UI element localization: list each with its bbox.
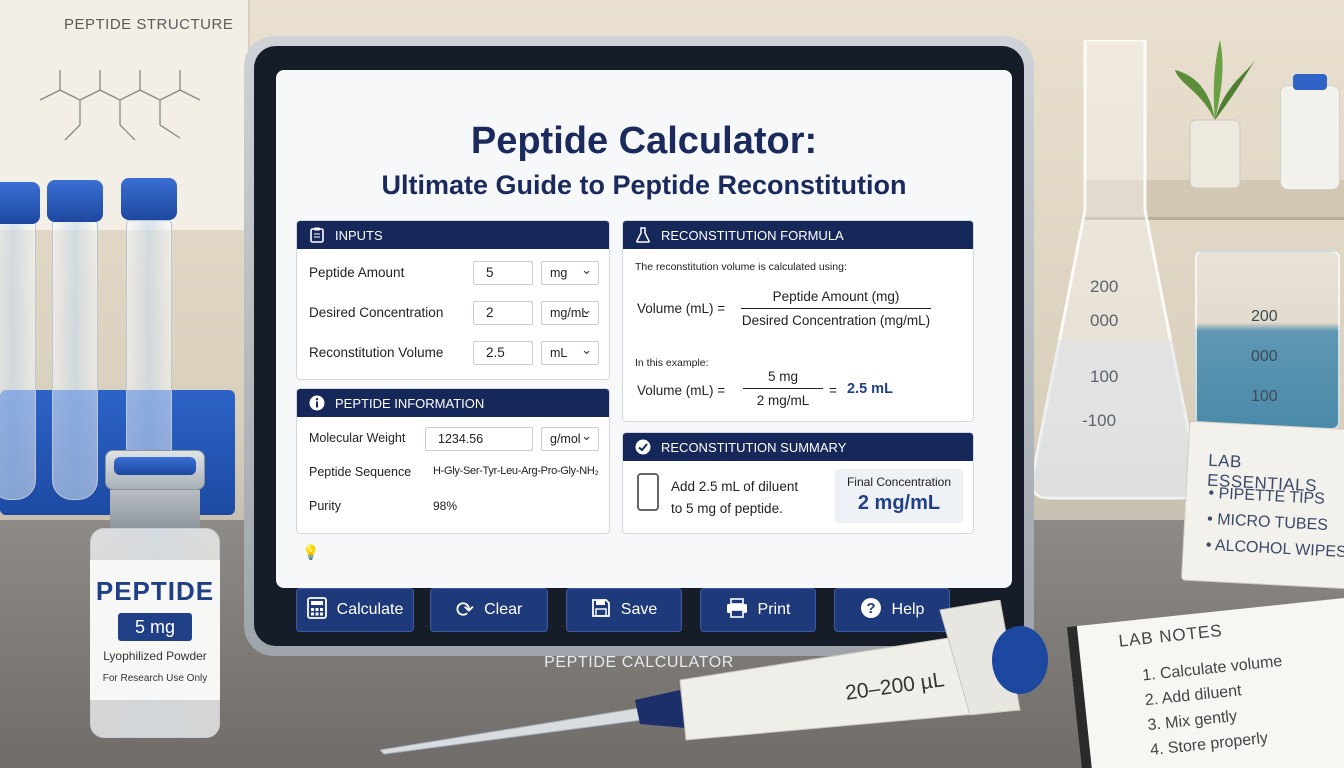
vial-form: Lyophilized Powder — [103, 649, 207, 663]
peptide-information-panel: PEPTIDE INFORMATION Molecular Weight 123… — [296, 388, 610, 534]
vial-amount: 5 mg — [118, 613, 192, 641]
clipboard-icon — [309, 227, 325, 243]
summary-header: RECONSTITUTION SUMMARY — [623, 433, 973, 461]
vial-note: For Research Use Only — [102, 673, 208, 684]
example-label: In this example: — [635, 357, 709, 369]
tube-cap — [0, 182, 40, 224]
beaker-mark: 200 — [1251, 308, 1278, 325]
example-numerator: 5 mg — [767, 369, 798, 384]
test-tube — [0, 220, 36, 500]
vial-product-name: PEPTIDE — [95, 576, 215, 606]
summary-line-2: to 5 mg of peptide. — [671, 501, 783, 516]
beaker-mark: 100 — [1251, 388, 1278, 405]
purity-value[interactable]: 98% — [433, 499, 457, 513]
reagent-bottle — [1280, 74, 1340, 190]
page-subtitle: Ultimate Guide to Peptide Reconstitution — [381, 170, 907, 200]
summary-line-1: Add 2.5 mL of diluent — [671, 479, 799, 494]
inputs-panel: INPUTS Peptide Amount 5 mg Desired Conce… — [296, 220, 610, 380]
reconstitution-summary-panel: RECONSTITUTION SUMMARY Add 2.5 mL of dil… — [622, 432, 974, 534]
formula-header: RECONSTITUTION FORMULA — [623, 221, 973, 249]
molecular-weight-label: Molecular Weight — [309, 431, 406, 445]
vial-label: PEPTIDE 5 mg Lyophilized Powder For Rese… — [90, 560, 220, 700]
vial-neck — [110, 490, 200, 530]
flask-mark: 100 — [1090, 367, 1118, 386]
input-label: Peptide Amount — [309, 265, 405, 280]
vial-icon — [637, 473, 659, 511]
molecular-weight-input[interactable]: 1234.56 — [425, 427, 533, 451]
molecular-weight-unit-select[interactable]: g/mol — [541, 425, 599, 451]
inputs-header-label: INPUTS — [335, 227, 383, 243]
desired-concentration-input[interactable]: 2 — [473, 301, 533, 325]
calculator-tablet: Peptide Calculator: Ultimate Guide to Pe… — [244, 36, 1034, 671]
reconstitution-formula-panel: RECONSTITUTION FORMULA The reconstitutio… — [622, 220, 974, 422]
info-icon — [309, 395, 325, 411]
concentration-unit-select[interactable]: mg/mL — [541, 299, 599, 325]
app-screen: Peptide Calculator: Ultimate Guide to Pe… — [276, 70, 1012, 588]
lab-notes-title: LAB NOTES — [1117, 620, 1224, 651]
tip-icon: 💡 — [302, 544, 320, 560]
flask-mark: 200 — [1090, 277, 1118, 296]
formula-lhs: Volume (mL) = — [637, 301, 726, 316]
lab-notes-notebook: LAB NOTES 1. Calculate volume 2. Add dil… — [1066, 597, 1344, 768]
final-concentration-value: 2 mg/mL — [857, 492, 941, 514]
purity-label: Purity — [309, 499, 341, 513]
molecule-diagram — [39, 70, 201, 141]
formula-fraction: Peptide Amount (mg) Desired Concentratio… — [741, 289, 931, 328]
example-denominator: 2 mg/mL — [756, 393, 810, 408]
formula-numerator: Peptide Amount (mg) — [772, 289, 900, 304]
peptide-amount-input[interactable]: 5 — [473, 261, 533, 285]
structure-board-title: PEPTIDE STRUCTURE — [64, 16, 234, 33]
tablet-bezel: Peptide Calculator: Ultimate Guide to Pe… — [254, 46, 1024, 671]
peptide-information-label: PEPTIDE INFORMATION — [335, 395, 485, 411]
check-circle-icon — [635, 439, 651, 455]
formula-intro: The reconstitution volume is calculated … — [635, 261, 847, 273]
example-equals: = — [829, 383, 837, 398]
reconstitution-volume-input[interactable]: 2.5 — [473, 341, 533, 365]
example-fraction: 5 mg 2 mg/mL — [743, 369, 823, 408]
vial-cap — [105, 450, 205, 490]
peptide-vial: PEPTIDE 5 mg Lyophilized Powder For Rese… — [90, 450, 220, 740]
tube-cap — [121, 178, 177, 220]
peptide-sequence-label: Peptide Sequence — [309, 465, 412, 479]
volume-unit-select[interactable]: mL — [541, 339, 599, 365]
inputs-header: INPUTS — [297, 221, 609, 249]
final-concentration-label: Final Concentration — [846, 475, 952, 489]
beaker-mark: 000 — [1251, 348, 1278, 365]
peptide-information-header: PEPTIDE INFORMATION — [297, 389, 609, 417]
final-concentration-box: Final Concentration 2 mg/mL — [835, 469, 963, 523]
peptide-sequence-value[interactable]: H-Gly-Ser-Tyr-Leu-Arg-Pro-Gly-NH₂ — [433, 465, 599, 477]
erlenmeyer-flask: 200 000 100 -100 — [1030, 40, 1200, 500]
lab-essentials-card: LAB ESSENTIALS • PIPETTE TIPS • MICRO TU… — [1180, 420, 1344, 590]
flask-mark: 000 — [1090, 311, 1118, 330]
input-label: Desired Concentration — [309, 305, 444, 320]
formula-denominator: Desired Concentration (mg/mL) — [741, 313, 931, 328]
flask-icon — [635, 227, 651, 243]
flask-mark: -100 — [1082, 411, 1116, 430]
calculator-icon — [306, 596, 327, 624]
tube-cap — [47, 180, 103, 222]
input-label: Reconstitution Volume — [309, 345, 444, 360]
formula-header-label: RECONSTITUTION FORMULA — [661, 227, 844, 243]
summary-header-label: RECONSTITUTION SUMMARY — [661, 439, 847, 455]
beaker: 200 000 100 — [1195, 250, 1340, 430]
example-result: 2.5 mL — [847, 381, 893, 397]
micropipette — [380, 600, 1048, 755]
example-lhs: Volume (mL) = — [637, 383, 726, 398]
page-title: Peptide Calculator: — [470, 120, 818, 162]
peptide-amount-unit-select[interactable]: mg — [541, 259, 599, 285]
